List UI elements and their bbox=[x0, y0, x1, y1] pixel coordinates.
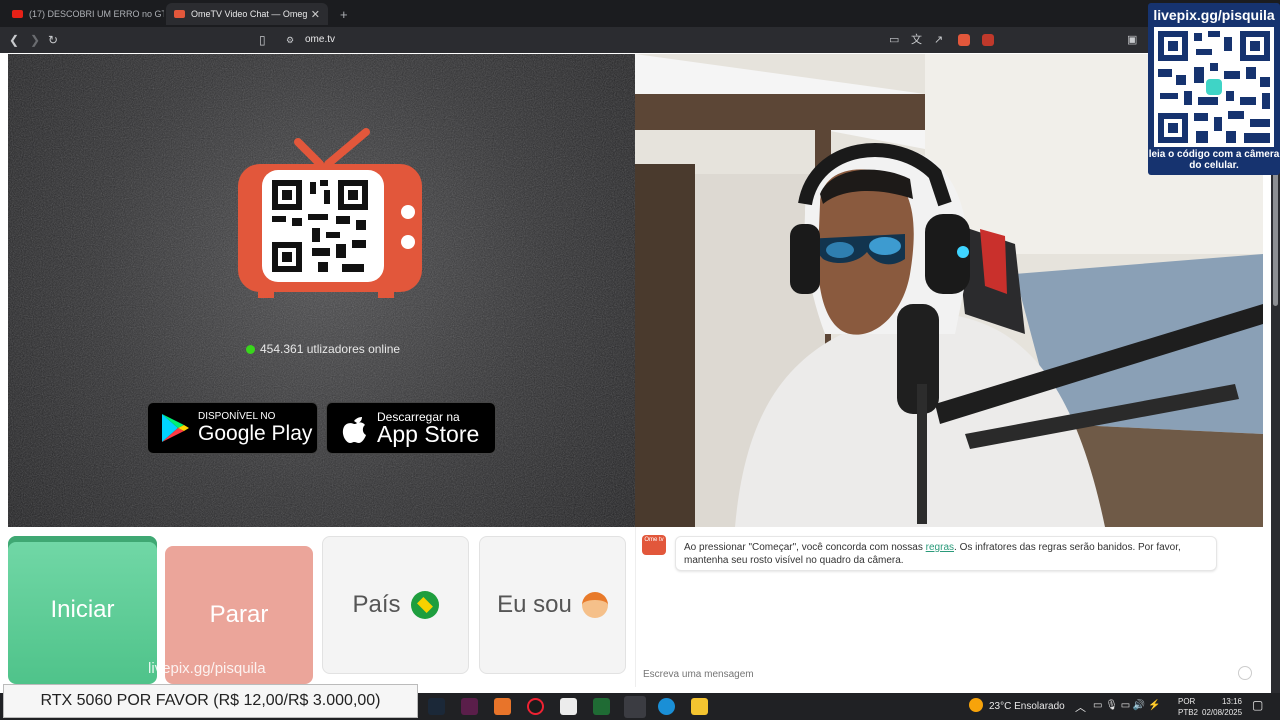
language-indicator[interactable]: POR PTB2 bbox=[1178, 696, 1198, 718]
start-button[interactable]: Iniciar bbox=[8, 536, 157, 684]
ometv-favicon-icon bbox=[174, 10, 185, 18]
boy-avatar-icon bbox=[581, 592, 608, 618]
share-icon[interactable]: ↗ bbox=[934, 33, 943, 47]
translate-icon[interactable]: 文 bbox=[911, 33, 922, 47]
brave-shield-icon[interactable] bbox=[958, 34, 970, 46]
notification-icon[interactable]: ▢ bbox=[1252, 698, 1263, 712]
date-text: 02/08/2025 bbox=[1202, 708, 1243, 717]
steam-icon[interactable] bbox=[428, 698, 445, 715]
ometv-tv-logo-icon bbox=[238, 128, 422, 298]
country-button[interactable]: País bbox=[322, 536, 469, 674]
cast-icon[interactable]: ▭ bbox=[889, 33, 899, 47]
tab-bar: (17) DESCOBRI UM ERRO no GTA RP OmeTV Vi… bbox=[0, 0, 1280, 27]
google-play-icon bbox=[162, 414, 189, 442]
country-label: País bbox=[352, 591, 401, 618]
lang-text: POR bbox=[1178, 697, 1196, 706]
clock[interactable]: 13:16 02/08/2025 bbox=[1202, 696, 1242, 718]
google-play-badge[interactable]: DISPONÍVEL NO Google Play bbox=[147, 402, 318, 454]
site-info-icon[interactable]: ⚙ bbox=[286, 33, 294, 47]
app-notes-icon[interactable] bbox=[560, 698, 577, 715]
rules-link[interactable]: regras bbox=[926, 542, 954, 553]
brave-browser-icon[interactable] bbox=[624, 696, 646, 718]
obs-icon[interactable] bbox=[527, 698, 544, 715]
edge-icon[interactable] bbox=[658, 698, 675, 715]
tray-icons[interactable]: ▭ 🎙 ▭ 🔊 ⚡ bbox=[1093, 700, 1161, 711]
online-counter: 454.361 utlizadores online bbox=[246, 342, 400, 356]
rewards-icon[interactable] bbox=[982, 34, 994, 46]
brazil-flag-icon bbox=[410, 591, 439, 619]
forward-icon[interactable]: ❯ bbox=[30, 33, 40, 47]
file-explorer-icon[interactable] bbox=[691, 698, 708, 715]
app-store-badge[interactable]: Descarregar na App Store bbox=[326, 402, 496, 454]
qr-caption: leia o código com a câmera do celular. bbox=[1148, 149, 1280, 171]
tab-ometv[interactable]: OmeTV Video Chat — Omegle ✕ bbox=[166, 3, 328, 25]
tray-chevron-icon[interactable]: ︿ bbox=[1075, 699, 1086, 715]
app-a-icon[interactable] bbox=[494, 698, 511, 715]
sun-icon bbox=[969, 698, 983, 712]
tab-label: (17) DESCOBRI UM ERRO no GTA RP bbox=[29, 9, 164, 19]
address-bar[interactable]: ome.tv bbox=[305, 34, 335, 45]
apple-icon bbox=[342, 417, 366, 443]
livepix-qr-overlay: livepix.gg/pisquila leia o código com a … bbox=[1148, 3, 1280, 175]
app-store-big-text: App Store bbox=[377, 421, 480, 447]
reload-icon[interactable]: ↻ bbox=[48, 33, 58, 47]
bookmark-icon[interactable]: ▯ bbox=[259, 33, 266, 47]
message-input[interactable] bbox=[643, 667, 1233, 681]
tab-youtube[interactable]: (17) DESCOBRI UM ERRO no GTA RP bbox=[4, 3, 164, 25]
app-green-icon[interactable] bbox=[593, 698, 610, 715]
youtube-icon bbox=[12, 10, 23, 18]
app-v-icon[interactable] bbox=[461, 698, 478, 715]
qr-code-icon bbox=[1154, 27, 1274, 147]
gender-label: Eu sou bbox=[497, 591, 572, 618]
tab-label: OmeTV Video Chat — Omegle bbox=[191, 9, 307, 19]
sidebar-toggle-icon[interactable]: ▣ bbox=[1127, 33, 1137, 47]
rules-notice: Ao pressionar "Começar", você concorda c… bbox=[675, 536, 1217, 571]
stranger-video-placeholder bbox=[8, 54, 635, 527]
google-play-big-text: Google Play bbox=[198, 422, 313, 445]
emoji-icon[interactable] bbox=[1238, 666, 1252, 680]
notice-text-before: Ao pressionar "Começar", você concorda c… bbox=[684, 542, 926, 553]
gender-button[interactable]: Eu sou bbox=[479, 536, 626, 674]
livepix-watermark: livepix.gg/pisquila bbox=[148, 660, 266, 677]
lang-layout-text: PTB2 bbox=[1178, 708, 1199, 717]
back-icon[interactable]: ❮ bbox=[9, 33, 19, 47]
online-dot-icon bbox=[246, 344, 255, 354]
close-tab-icon[interactable]: ✕ bbox=[311, 8, 320, 21]
new-tab-button[interactable]: + bbox=[332, 3, 352, 25]
time-text: 13:16 bbox=[1221, 697, 1242, 706]
weather-text[interactable]: 23°C Ensolarado bbox=[989, 701, 1065, 712]
donation-goal-banner: RTX 5060 POR FAVOR (R$ 12,00/R$ 3.000,00… bbox=[3, 684, 418, 718]
browser-toolbar: ❮ ❯ ↻ ▯ ⚙ ome.tv ▭ 文 ↗ ▣ bbox=[0, 27, 1280, 53]
qr-title: livepix.gg/pisquila bbox=[1153, 7, 1275, 23]
online-count-text: 454.361 utlizadores online bbox=[260, 342, 401, 356]
ometv-chat-logo-icon: Ome tv bbox=[642, 535, 666, 555]
